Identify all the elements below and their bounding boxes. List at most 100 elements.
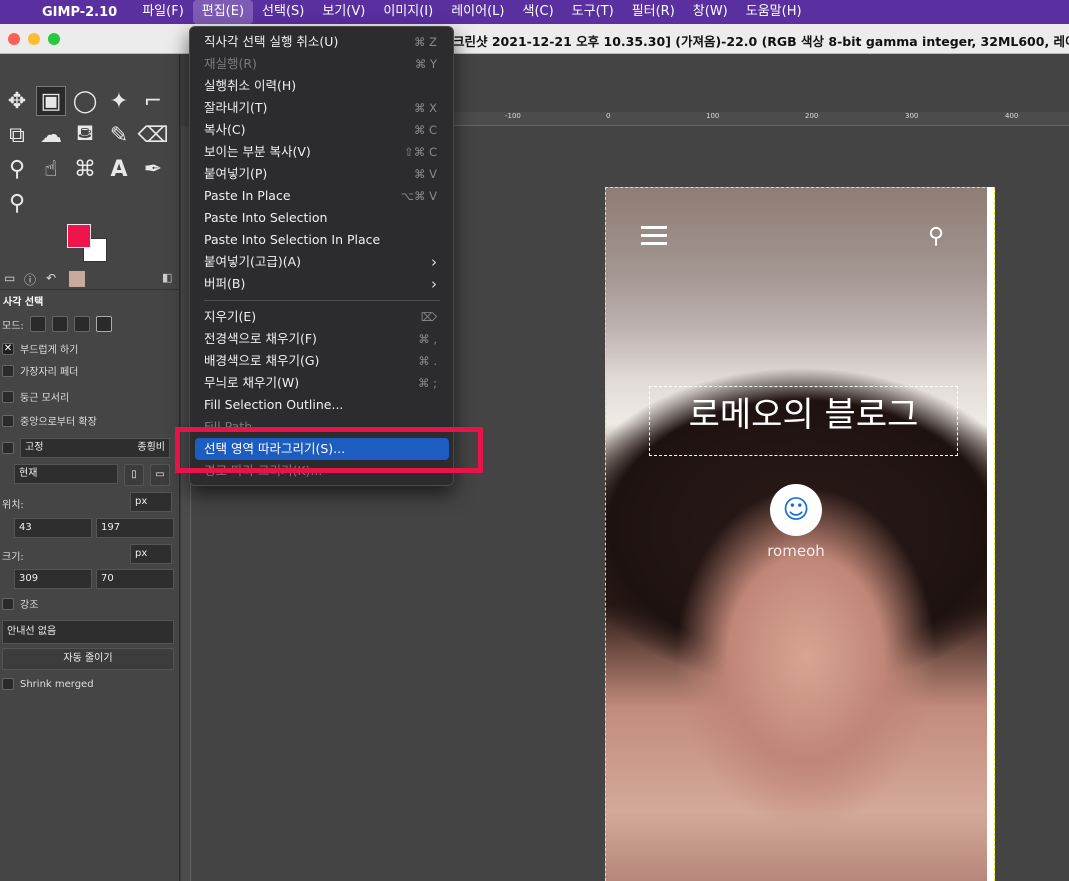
rounded-row[interactable]: 둥근 모서리 (2, 389, 69, 404)
shrink-merged-checkbox[interactable] (2, 678, 14, 690)
menu-colors[interactable]: 색(C) (513, 0, 562, 24)
position-unit-select[interactable]: px (130, 492, 172, 512)
expand-center-row[interactable]: 중앙으로부터 확장 (2, 413, 97, 428)
size-height-input[interactable]: 70 (96, 569, 174, 589)
menu-item-copy-visible[interactable]: 보이는 부분 복사(V) ⇧⌘ C (195, 141, 449, 163)
zoom-tool-icon[interactable]: ⚲ (2, 188, 32, 218)
feather-checkbox[interactable] (2, 364, 14, 377)
menu-item-paste-in-place[interactable]: Paste In Place ⌥⌘ V (195, 185, 449, 207)
antialias-label: 부드럽게 하기 (20, 345, 79, 356)
size-unit-select[interactable]: px (130, 544, 172, 564)
feather-row[interactable]: 가장자리 페더 (2, 363, 78, 378)
menu-item-shortcut: ⌘ . (418, 354, 437, 368)
menu-item-fill-bg[interactable]: 배경색으로 채우기(G) ⌘ . (195, 350, 449, 372)
menu-select[interactable]: 선택(S) (253, 0, 313, 24)
crop-tool-icon[interactable]: ⌐ (138, 86, 168, 116)
menu-filters[interactable]: 필터(R) (623, 0, 684, 24)
tool-options-title: 사각 선택 (3, 297, 44, 308)
highlight-checkbox[interactable] (2, 597, 14, 610)
mode-add-icon[interactable] (51, 316, 68, 332)
horizontal-ruler[interactable]: -100 0 100 200 300 400 (453, 112, 1069, 126)
aspect-ratio-value: 종횡비 (137, 442, 165, 453)
edit-menu-dropdown: 직사각 선택 실행 취소(U) ⌘ Z 재실행(R) ⌘ Y 실행취소 이력(H) … (189, 26, 454, 486)
eraser-tool-icon[interactable]: ⌫ (137, 120, 168, 150)
menu-item-paste-as[interactable]: 붙여넣기(고급)(A) › (195, 251, 449, 273)
menu-item-clear[interactable]: 지우기(E) ⌦ (195, 306, 449, 328)
images-tab-thumbnail[interactable] (69, 271, 85, 287)
foreground-color-swatch[interactable] (67, 224, 91, 248)
close-window-button[interactable] (8, 33, 20, 45)
device-status-tab-icon[interactable]: ⓘ (24, 271, 36, 288)
position-x-input[interactable]: 43 (14, 518, 92, 538)
path-tool-icon[interactable]: ⌘ (70, 154, 100, 184)
size-width-input[interactable]: 309 (14, 569, 92, 589)
undo-history-tab-icon[interactable]: ↶ (46, 271, 56, 285)
clone-tool-icon[interactable]: ⚲ (2, 154, 32, 184)
menu-item-paste[interactable]: 붙여넣기(P) ⌘ V (195, 163, 449, 185)
paintbrush-tool-icon[interactable]: ✎ (104, 120, 134, 150)
fixed-checkbox[interactable] (2, 442, 14, 454)
menu-view[interactable]: 보기(V) (313, 0, 374, 24)
menu-item-fill-pattern[interactable]: 무늬로 채우기(W) ⌘ ; (195, 372, 449, 394)
ruler-tick: 0 (606, 112, 611, 120)
menu-bar: GIMP-2.10 파일(F) 편집(E) 선택(S) 보기(V) 이미지(I)… (0, 0, 1069, 24)
portrait-icon[interactable]: ▯ (124, 464, 144, 486)
bucket-fill-tool-icon[interactable]: ⛾ (70, 120, 100, 150)
menu-item-buffer[interactable]: 버퍼(B) › (195, 273, 449, 295)
move-tool-icon[interactable]: ✥ (2, 86, 32, 116)
username-label: romeoh (767, 542, 825, 560)
size-label-row: 크기: (2, 548, 24, 563)
menu-item-cut[interactable]: 잘라내기(T) ⌘ X (195, 97, 449, 119)
app-menu[interactable]: GIMP-2.10 (42, 5, 117, 20)
menu-file[interactable]: 파일(F) (133, 0, 193, 24)
fixed-row[interactable]: 고정 종횡비 (2, 438, 170, 458)
menu-layer[interactable]: 레이어(L) (442, 0, 513, 24)
menu-item-fill-selection-outline[interactable]: Fill Selection Outline... (195, 394, 449, 416)
tool-options-tab-icon[interactable]: ▭ (4, 271, 15, 285)
position-y-input[interactable]: 197 (96, 518, 174, 538)
fuzzy-select-tool-icon[interactable]: ✦ (104, 86, 134, 116)
mode-subtract-icon[interactable] (73, 316, 90, 332)
size-label: 크기: (2, 552, 24, 563)
menu-tools[interactable]: 도구(T) (563, 0, 623, 24)
smudge-tool-icon[interactable]: ☝ (36, 154, 66, 184)
expand-center-checkbox[interactable] (2, 414, 14, 427)
menu-edit[interactable]: 편집(E) (192, 0, 254, 24)
transform-tool-icon[interactable]: ⧉ (2, 120, 32, 150)
submenu-chevron-icon: › (431, 253, 437, 271)
annotation-highlight-box (175, 427, 483, 473)
menu-item-redo[interactable]: 재실행(R) ⌘ Y (195, 53, 449, 75)
rounded-corners-checkbox[interactable] (2, 390, 14, 403)
menu-help[interactable]: 도움말(H) (737, 0, 811, 24)
mode-replace-icon[interactable] (29, 316, 46, 332)
image-canvas[interactable]: ⚲ 로메오의 블로그 ☺ romeoh (605, 187, 995, 881)
free-select-tool-icon[interactable]: ◯ (70, 86, 100, 116)
menu-item-paste-into-selection[interactable]: Paste Into Selection (195, 207, 449, 229)
menu-windows[interactable]: 창(W) (684, 0, 737, 24)
color-picker-tool-icon[interactable]: ✒ (138, 154, 168, 184)
menu-item-label: 지우기(E) (204, 309, 257, 324)
menu-item-fill-fg[interactable]: 전경색으로 채우기(F) ⌘ , (195, 328, 449, 350)
fixed-mode-select[interactable]: 고정 종횡비 (20, 438, 170, 458)
warp-tool-icon[interactable]: ☁ (36, 120, 66, 150)
menu-image[interactable]: 이미지(I) (374, 0, 442, 24)
menu-item-paste-into-selection-in-place[interactable]: Paste Into Selection In Place (195, 229, 449, 251)
text-tool-icon[interactable]: A (104, 154, 134, 184)
rect-select-tool-icon[interactable]: ▣ (36, 86, 66, 116)
fixed-value-input[interactable]: 현재 (14, 464, 118, 484)
highlight-row[interactable]: 강조 (2, 596, 38, 611)
guides-select[interactable]: 안내선 없음 (2, 620, 174, 644)
menu-item-undo[interactable]: 직사각 선택 실행 취소(U) ⌘ Z (195, 31, 449, 53)
auto-shrink-button[interactable]: 자동 줄이기 (2, 648, 174, 670)
configure-tab-icon[interactable]: ◧ (162, 271, 172, 284)
minimize-window-button[interactable] (28, 33, 40, 45)
landscape-icon[interactable]: ▭ (150, 464, 170, 486)
antialias-checkbox[interactable]: ✕ (2, 342, 14, 355)
antialias-row[interactable]: ✕ 부드럽게 하기 (2, 341, 78, 356)
menu-item-undo-history[interactable]: 실행취소 이력(H) (195, 75, 449, 97)
menu-item-label: 전경색으로 채우기(F) (204, 331, 317, 346)
mode-intersect-icon[interactable] (95, 316, 112, 332)
shrink-merged-row[interactable]: Shrink merged (2, 678, 94, 690)
menu-item-copy[interactable]: 복사(C) ⌘ C (195, 119, 449, 141)
zoom-window-button[interactable] (48, 33, 60, 45)
